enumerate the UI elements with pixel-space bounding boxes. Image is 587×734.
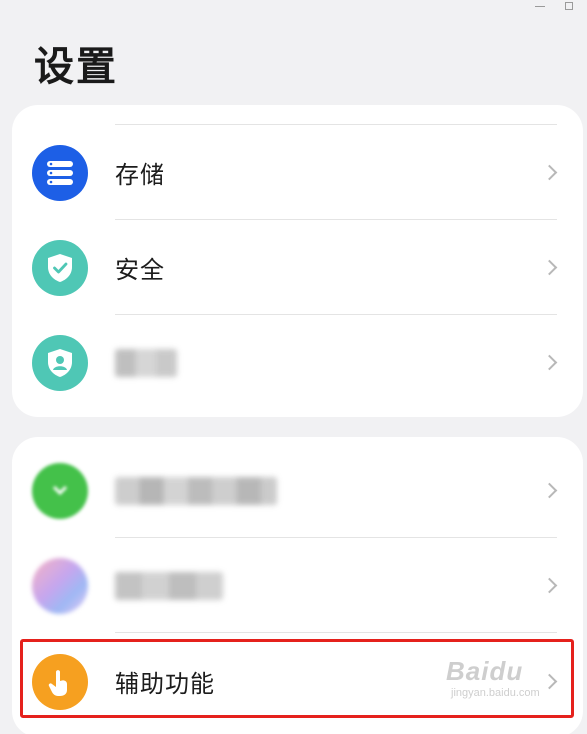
divider xyxy=(115,632,557,633)
chevron-right-icon xyxy=(541,482,558,499)
settings-item-label: 辅助功能 xyxy=(115,670,215,698)
chevron-right-icon xyxy=(541,577,558,594)
chevron-right-icon xyxy=(541,164,558,181)
chevron-right-icon xyxy=(541,354,558,371)
blurred-label xyxy=(115,571,223,600)
blurred-app-icon xyxy=(32,462,88,519)
chevron-right-icon xyxy=(541,259,558,276)
chevron-right-icon xyxy=(541,673,558,690)
watermark: Baidu jingyan.baidu.com xyxy=(446,656,540,699)
shield-check-icon xyxy=(32,239,88,296)
accessibility-hand-icon xyxy=(32,653,88,710)
watermark-url: jingyan.baidu.com xyxy=(451,687,540,699)
settings-page: 设置 存储 安全 辅助功能 Baidu jingyan.baidu.com xyxy=(0,0,587,734)
maximize-icon[interactable] xyxy=(565,2,573,10)
storage-icon xyxy=(32,144,88,201)
blurred-label xyxy=(115,476,277,505)
settings-item-blurred-2[interactable] xyxy=(12,538,583,633)
settings-item-privacy[interactable] xyxy=(12,315,583,410)
page-title: 设置 xyxy=(34,44,118,90)
minimize-icon[interactable] xyxy=(535,5,545,7)
settings-item-label: 存储 xyxy=(115,161,165,189)
window-controls xyxy=(535,0,573,12)
blurred-app-icon xyxy=(32,557,88,614)
settings-group-1: 存储 安全 xyxy=(12,105,583,417)
blurred-label xyxy=(115,348,177,377)
settings-item-security[interactable]: 安全 xyxy=(12,220,583,315)
settings-item-storage[interactable]: 存储 xyxy=(12,125,583,220)
settings-item-label: 安全 xyxy=(115,256,165,284)
settings-item-blurred-1[interactable] xyxy=(12,443,583,538)
watermark-brand: Baidu xyxy=(446,656,524,686)
privacy-shield-icon xyxy=(32,334,88,391)
